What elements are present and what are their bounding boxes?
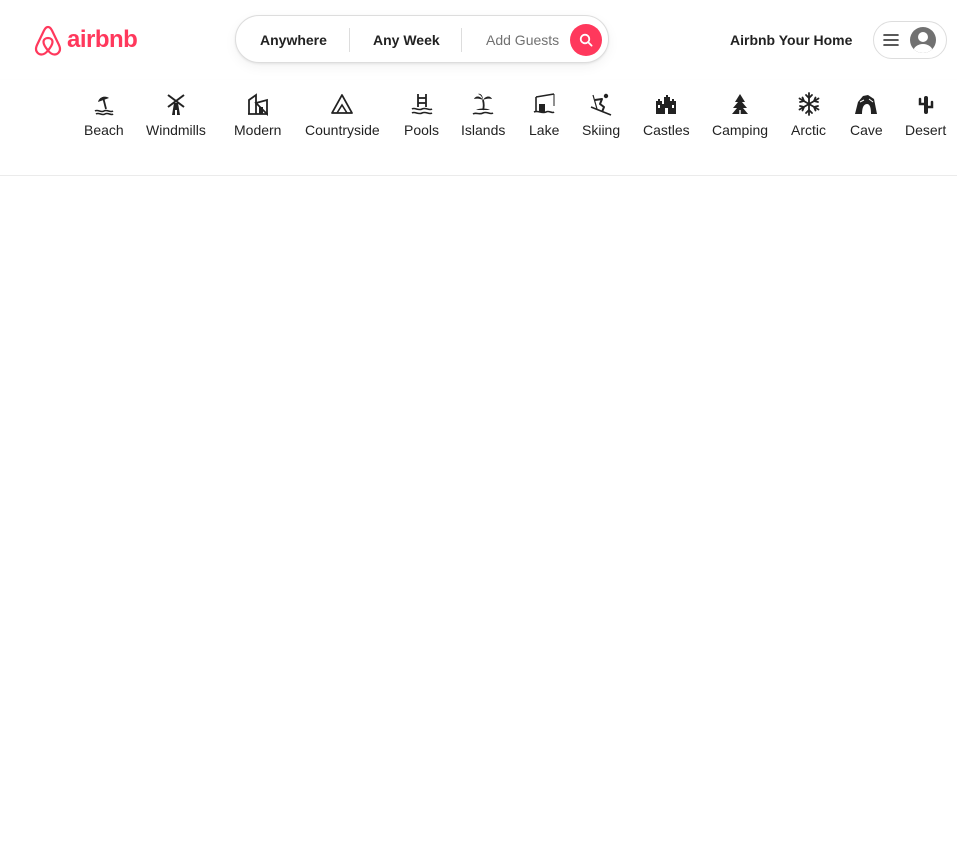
skier-icon <box>590 93 612 116</box>
search-bar[interactable]: Anywhere Any Week Add Guests <box>235 15 609 63</box>
snowflake-icon <box>798 92 819 116</box>
category-label: Islands <box>461 122 506 138</box>
search-divider <box>461 28 462 52</box>
category-beach[interactable]: Beach <box>84 92 124 139</box>
pool-icon <box>411 94 432 115</box>
search-divider <box>349 28 350 52</box>
lake-fishing-icon <box>533 93 555 114</box>
category-camping[interactable]: Camping <box>712 92 768 139</box>
category-desert[interactable]: Desert <box>905 92 946 139</box>
search-icon <box>579 33 593 47</box>
user-avatar-icon <box>910 27 936 53</box>
category-arctic[interactable]: Arctic <box>791 92 826 139</box>
category-label: Countryside <box>305 122 380 138</box>
windmill-icon <box>167 94 185 115</box>
category-label: Desert <box>905 122 947 138</box>
guests-filter[interactable]: Add Guests <box>486 16 559 64</box>
category-label: Cave <box>850 122 883 138</box>
category-islands[interactable]: Islands <box>461 92 505 139</box>
category-label: Castles <box>643 122 690 138</box>
category-label: Arctic <box>791 122 826 138</box>
category-label: Beach <box>84 122 124 138</box>
category-label: Windmills <box>146 122 206 138</box>
category-lake[interactable]: Lake <box>529 92 559 139</box>
category-castles[interactable]: Castles <box>643 92 690 139</box>
castle-icon <box>656 95 677 114</box>
cave-icon <box>855 95 878 114</box>
listings-area <box>0 176 957 859</box>
beach-icon <box>94 96 114 116</box>
airbnb-your-home-link[interactable]: Airbnb Your Home <box>730 24 852 56</box>
top-navbar: airbnb Anywhere Any Week Add Guests Airb… <box>0 0 957 80</box>
dates-filter[interactable]: Any Week <box>373 16 440 64</box>
search-button[interactable] <box>570 24 602 56</box>
brand-name: airbnb <box>67 26 138 53</box>
category-label: Camping <box>712 122 769 138</box>
user-menu-button[interactable] <box>873 21 947 59</box>
category-label: Modern <box>234 122 282 138</box>
desert-icon <box>918 96 933 114</box>
category-skiing[interactable]: Skiing <box>582 92 620 139</box>
mountain-icon <box>331 94 354 114</box>
category-label: Skiing <box>582 122 621 138</box>
tree-icon <box>732 94 749 115</box>
category-pools[interactable]: Pools <box>404 92 439 139</box>
palm-island-icon <box>472 93 494 115</box>
category-label: Pools <box>404 122 440 138</box>
category-windmills[interactable]: Windmills <box>146 92 206 139</box>
category-modern[interactable]: Modern <box>234 92 281 139</box>
location-filter[interactable]: Anywhere <box>260 16 327 64</box>
category-countryside[interactable]: Countryside <box>305 92 380 139</box>
airbnb-logo-icon <box>34 25 62 56</box>
category-cave[interactable]: Cave <box>850 92 883 139</box>
hamburger-menu-icon <box>883 34 899 46</box>
airbnb-logo[interactable]: airbnb <box>33 24 138 56</box>
category-bar: Beach Windmills Modern Countryside Pools… <box>0 80 957 176</box>
modern-house-icon <box>247 93 268 116</box>
category-label: Lake <box>529 122 560 138</box>
